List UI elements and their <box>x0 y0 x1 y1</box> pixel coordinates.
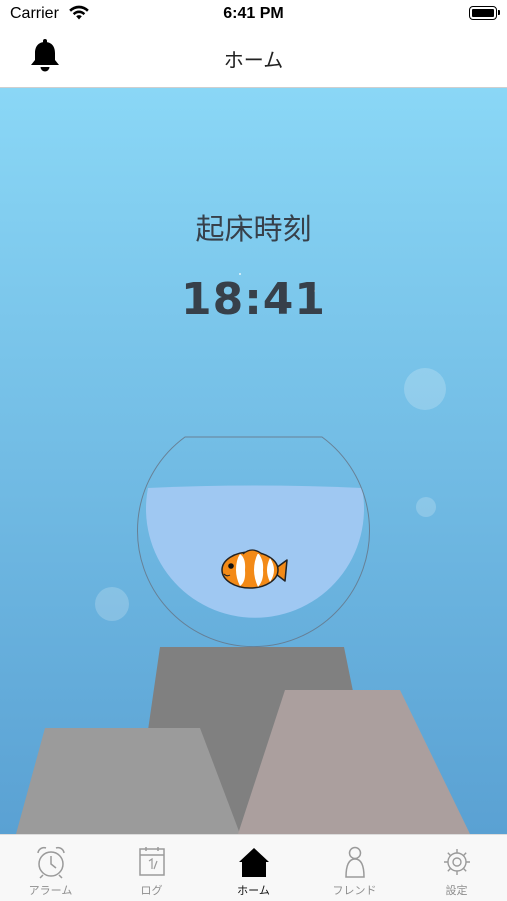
tab-home[interactable]: ホーム <box>203 835 304 901</box>
tab-bar: アラーム ログ ホーム フレンド 設定 <box>0 834 507 901</box>
tab-home-label: ホーム <box>237 884 270 897</box>
tab-settings[interactable]: 設定 <box>406 835 507 901</box>
tab-log[interactable]: ログ <box>101 835 202 901</box>
tab-friend-label: フレンド <box>332 884 377 897</box>
battery-icon <box>469 6 500 20</box>
status-time: 6:41 PM <box>223 5 284 22</box>
person-icon <box>345 846 365 878</box>
navigation-bar: ホーム <box>0 30 507 88</box>
bubble <box>95 587 129 621</box>
wake-time-value: 18:41 <box>180 274 327 325</box>
gear-icon <box>444 849 470 875</box>
aquarium-illustration <box>16 273 470 834</box>
bubble <box>404 368 446 410</box>
page-title: ホーム <box>223 48 284 72</box>
tab-alarm[interactable]: アラーム <box>0 835 101 901</box>
tab-settings-label: 設定 <box>445 884 468 897</box>
bubble <box>416 497 436 517</box>
tab-alarm-label: アラーム <box>28 884 73 897</box>
tab-log-label: ログ <box>140 884 163 897</box>
aquarium-scene: 起床時刻 18:41 <box>0 88 507 834</box>
tab-friend[interactable]: フレンド <box>304 835 405 901</box>
status-bar: Carrier 6:41 PM <box>0 0 507 30</box>
wake-time-label: 起床時刻 <box>195 212 312 246</box>
home-icon <box>239 848 269 877</box>
alarm-clock-icon <box>37 846 65 879</box>
calendar-icon <box>139 847 165 876</box>
